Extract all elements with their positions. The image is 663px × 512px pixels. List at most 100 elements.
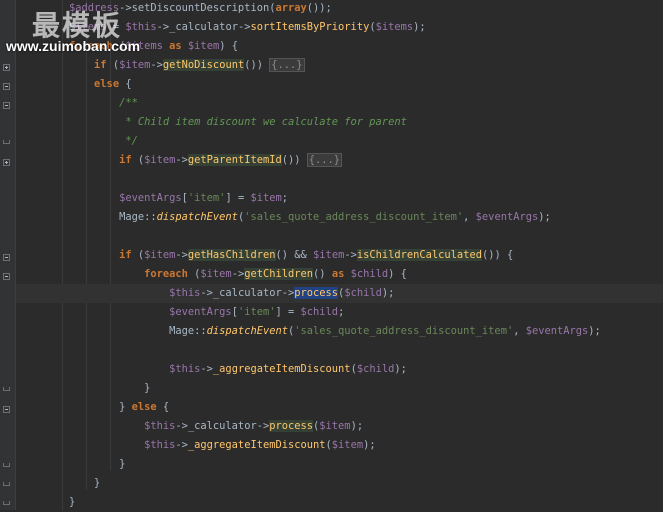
fold-end-icon[interactable] [3, 482, 10, 486]
code-token: 'sales_quote_address_discount_item' [294, 325, 514, 337]
code-token: ()) { [481, 249, 514, 261]
code-token: else [131, 401, 163, 413]
code-token: ); [413, 21, 426, 33]
code-token: ()) [281, 154, 307, 166]
code-token: { [162, 401, 170, 413]
code-token: Mage:: [44, 211, 157, 223]
code-token: as [162, 40, 188, 52]
fold-end-icon[interactable] [3, 387, 10, 391]
code-token: ) { [388, 268, 407, 280]
code-token: dispatchEvent [156, 211, 238, 223]
code-token: $item [144, 154, 176, 166]
code-token: $this [144, 420, 176, 432]
code-token: getParentItemId [187, 154, 282, 166]
fold-collapse-icon[interactable] [3, 273, 10, 280]
code-token: $items [375, 21, 414, 33]
code-line[interactable]: $this->_calculator->process($item); [16, 417, 663, 436]
code-token: 'item' [187, 192, 226, 204]
editor-gutter [0, 0, 16, 510]
code-line[interactable]: if ($item->getHasChildren() && $item->is… [16, 246, 663, 265]
code-line[interactable]: } [16, 379, 663, 398]
code-line[interactable] [16, 170, 663, 189]
code-token: process [294, 287, 339, 299]
code-token: /** [44, 97, 138, 109]
code-token: -> [175, 154, 188, 166]
code-line[interactable]: foreach ($item->getChildren() as $child)… [16, 265, 663, 284]
watermark-logo: 最模板 www.zuimoban.com [0, 0, 160, 60]
code-token: ()); [306, 2, 332, 14]
code-token: () [313, 268, 332, 280]
code-line[interactable]: } [16, 455, 663, 474]
code-token: ->_calculator-> [175, 420, 270, 432]
fold-collapse-icon[interactable] [3, 254, 10, 261]
code-token: ); [394, 363, 407, 375]
fold-collapse-icon[interactable] [3, 102, 10, 109]
code-line[interactable]: Mage::dispatchEvent('sales_quote_address… [16, 208, 663, 227]
code-token: $child [300, 306, 339, 318]
code-token: ); [350, 420, 364, 432]
fold-end-icon[interactable] [3, 463, 10, 467]
code-token: } [44, 382, 151, 394]
code-token: as [331, 268, 351, 280]
code-line[interactable]: */ [16, 132, 663, 151]
code-line[interactable]: } [16, 493, 663, 512]
code-line[interactable]: Mage::dispatchEvent('sales_quote_address… [16, 322, 663, 341]
code-token: $eventArgs [169, 306, 232, 318]
code-token: ] = [225, 192, 251, 204]
code-line[interactable]: $eventArgs['item'] = $item; [16, 189, 663, 208]
fold-expand-icon[interactable] [3, 159, 10, 166]
code-token: if [44, 154, 138, 166]
code-token: 'sales_quote_address_discount_item' [244, 211, 464, 223]
code-token: } [44, 401, 132, 413]
code-token: $this [169, 287, 201, 299]
code-token: ) { [219, 40, 238, 52]
code-token: -> [231, 268, 245, 280]
code-token: $this [144, 439, 176, 451]
code-token: } [44, 496, 76, 508]
code-line[interactable]: $this->_calculator->process($child); [16, 284, 663, 303]
code-line[interactable]: } else { [16, 398, 663, 417]
code-line[interactable] [16, 341, 663, 360]
code-token: () && [275, 249, 314, 261]
code-token: ); [363, 439, 376, 451]
code-line[interactable]: $this->_aggregateItemDiscount($child); [16, 360, 663, 379]
fold-end-icon[interactable] [3, 140, 10, 144]
code-line[interactable]: } [16, 474, 663, 493]
code-line[interactable]: * Child item discount we calculate for p… [16, 113, 663, 132]
fold-collapse-icon[interactable] [3, 406, 10, 413]
code-token: $child [356, 363, 395, 375]
code-line[interactable]: $eventArgs['item'] = $child; [16, 303, 663, 322]
code-token: getHasChildren [187, 249, 276, 261]
fold-expand-icon[interactable] [3, 64, 10, 71]
code-token: $item [200, 268, 232, 280]
code-token: getNoDiscount [162, 59, 245, 71]
code-token: $eventArgs [525, 325, 589, 337]
code-editor[interactable]: $address->setDiscountDescription(array()… [16, 0, 663, 510]
code-line[interactable]: $this->_aggregateItemDiscount($item); [16, 436, 663, 455]
fold-end-icon[interactable] [3, 501, 10, 505]
code-token: else [44, 78, 126, 90]
code-token: ->_calculator-> [156, 21, 251, 33]
code-line[interactable]: /** [16, 94, 663, 113]
code-line[interactable]: else { [16, 75, 663, 94]
code-token: ); [381, 287, 395, 299]
code-token: $item [144, 249, 176, 261]
code-token: $item [319, 420, 351, 432]
code-line[interactable]: if ($item->getParentItemId()) {...} [16, 151, 663, 170]
code-token: , [513, 325, 526, 337]
code-token: ); [588, 325, 601, 337]
code-line[interactable] [16, 227, 663, 246]
code-token: $item [187, 40, 220, 52]
code-token: ()) [244, 59, 270, 71]
code-token: {...} [269, 58, 305, 72]
code-token: {...} [306, 153, 343, 167]
code-token: ; [281, 192, 289, 204]
code-token: Mage:: [44, 325, 207, 337]
code-token: if [44, 249, 138, 261]
code-token: -> [175, 249, 188, 261]
fold-collapse-icon[interactable] [3, 83, 10, 90]
